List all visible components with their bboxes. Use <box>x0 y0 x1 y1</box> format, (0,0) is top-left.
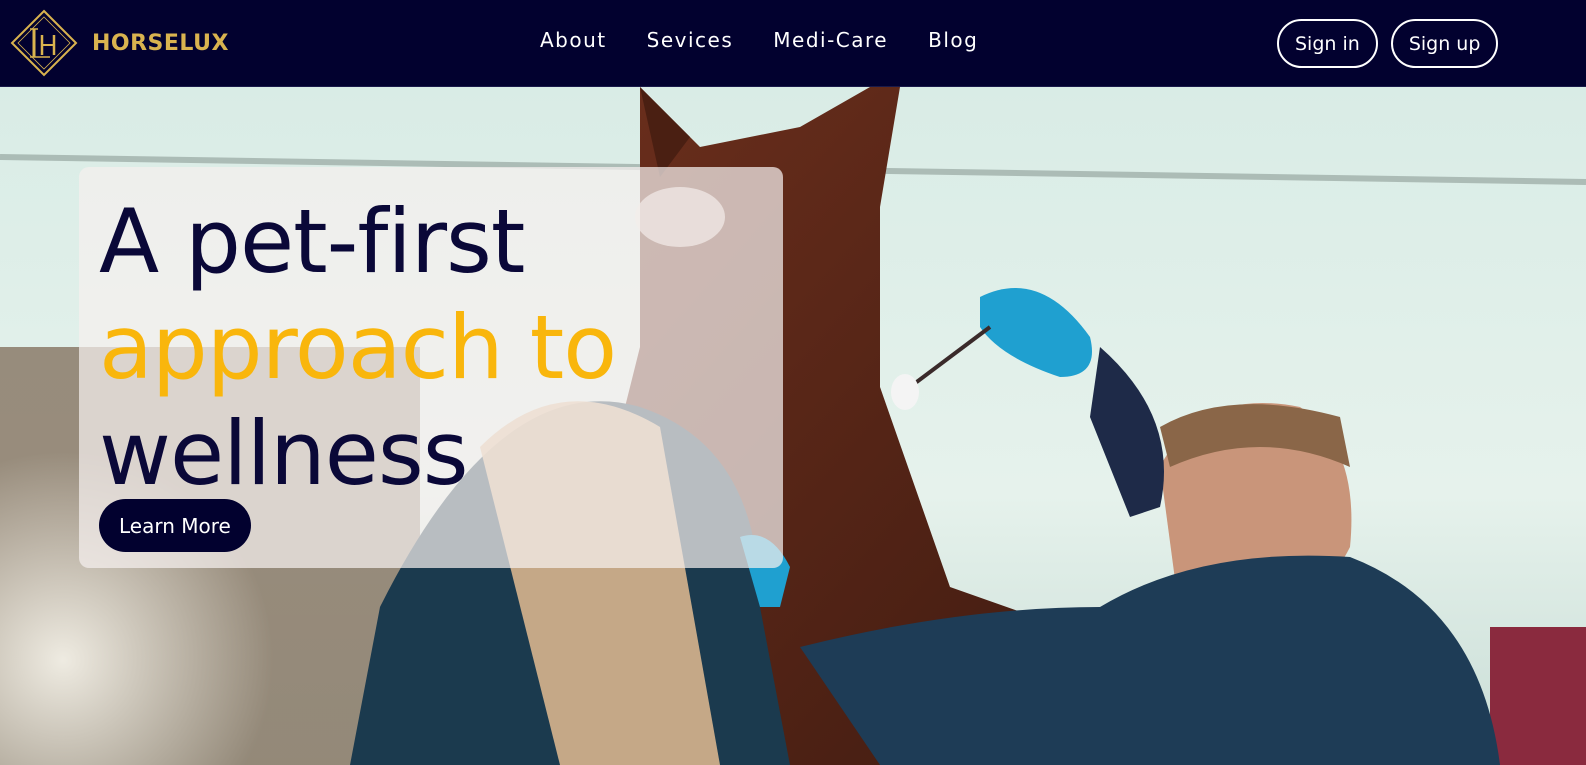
nav-link-services[interactable]: Sevices <box>647 28 734 52</box>
headline-line-3: wellness <box>99 402 469 505</box>
nav-link-medi-care[interactable]: Medi-Care <box>773 28 888 52</box>
top-navbar: HORSELUX About Sevices Medi-Care Blog Si… <box>0 0 1586 87</box>
nav-link-blog[interactable]: Blog <box>928 28 978 52</box>
sign-in-button[interactable]: Sign in <box>1277 19 1378 68</box>
sign-up-button[interactable]: Sign up <box>1390 19 1499 68</box>
brand[interactable]: HORSELUX <box>10 9 229 77</box>
nav-link-about[interactable]: About <box>540 28 607 52</box>
auth-buttons: Sign in Sign up <box>1277 19 1499 68</box>
learn-more-button[interactable]: Learn More <box>99 499 251 552</box>
hero-card: A pet-first approach to wellness Learn M… <box>79 167 783 568</box>
hero-headline: A pet-first approach to wellness <box>99 189 617 507</box>
main-nav: About Sevices Medi-Care Blog <box>540 28 978 52</box>
brand-name: HORSELUX <box>92 30 229 56</box>
hl-monogram-diamond-icon <box>10 9 78 77</box>
headline-line-2: approach to <box>99 296 617 399</box>
headline-line-1: A pet-first <box>99 190 525 293</box>
hero-section: A pet-first approach to wellness Learn M… <box>0 87 1586 765</box>
